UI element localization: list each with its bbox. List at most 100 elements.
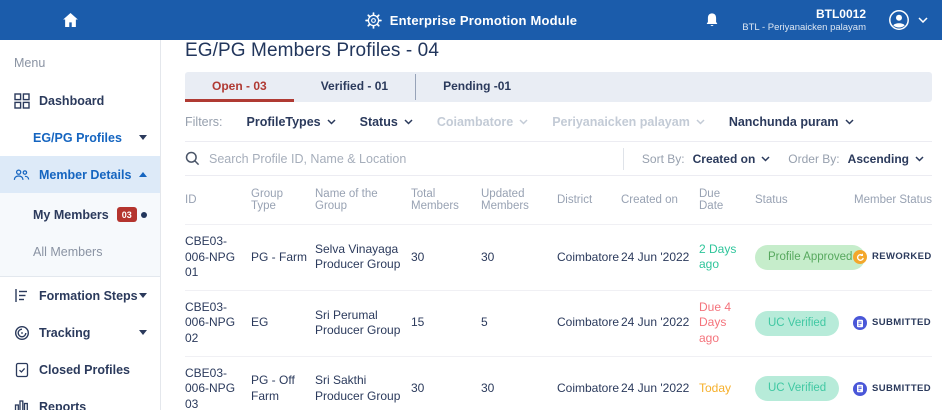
sidebar-item-label: Reports bbox=[39, 400, 86, 410]
user-id: BTL0012 bbox=[742, 7, 866, 22]
user-menu[interactable] bbox=[888, 9, 928, 31]
filters-label: Filters: bbox=[185, 115, 223, 129]
dropdown-label: Ascending bbox=[848, 152, 909, 166]
tab-open[interactable]: Open - 03 bbox=[185, 72, 294, 102]
status-dropdown[interactable]: Status bbox=[360, 115, 413, 129]
sidebar-item-label: Formation Steps bbox=[39, 289, 138, 303]
table-header: ID Group Type Name of the Group Total Me… bbox=[185, 176, 932, 224]
sort-by-dropdown[interactable]: Created on bbox=[693, 152, 771, 166]
order-by-dropdown[interactable]: Ascending bbox=[848, 152, 924, 166]
sidebar-item-closed-profiles[interactable]: Closed Profiles bbox=[0, 351, 160, 388]
cell-district: Coimbatore bbox=[557, 315, 621, 331]
expand-arrow-icon bbox=[139, 330, 147, 335]
sort-by-label: Sort By: bbox=[642, 152, 685, 166]
cell-total-members: 30 bbox=[411, 381, 481, 397]
tab-bar: Open - 03 Verified - 01 Pending -01 bbox=[185, 72, 932, 102]
cell-group-name: Selva Vinayaga Producer Group bbox=[315, 242, 411, 273]
chevron-down-icon bbox=[918, 17, 928, 23]
chevron-down-icon bbox=[845, 119, 854, 125]
village-dropdown[interactable]: Nanchunda puram bbox=[729, 115, 854, 129]
chevron-down-icon bbox=[915, 156, 924, 162]
table-row[interactable]: CBE03-006-NPG 02 EG Sri Perumal Producer… bbox=[185, 290, 932, 356]
cell-status: UC Verified bbox=[755, 376, 853, 401]
top-header: Enterprise Promotion Module BTL0012 BTL … bbox=[0, 0, 942, 40]
sidebar-item-reports[interactable]: Reports bbox=[0, 388, 160, 410]
user-info: BTL0012 BTL - Periyanaicken palayam bbox=[742, 7, 866, 34]
closed-profiles-icon bbox=[13, 362, 30, 378]
dropdown-label: Status bbox=[360, 115, 398, 129]
sidebar-item-label: EG/PG Profiles bbox=[33, 131, 122, 145]
submitted-icon bbox=[853, 382, 867, 396]
cell-status: UC Verified bbox=[755, 311, 853, 336]
sidebar: Menu Dashboard EG/PG Profiles Member Det… bbox=[0, 40, 161, 410]
submitted-icon bbox=[853, 316, 867, 330]
column-header: Total Members bbox=[411, 188, 481, 212]
cell-due-date: Due 4 Days ago bbox=[699, 300, 755, 347]
reworked-icon bbox=[853, 250, 867, 264]
status-badge: UC Verified bbox=[755, 376, 839, 401]
sidebar-item-label: Tracking bbox=[39, 326, 90, 340]
table-row[interactable]: CBE03-006-NPG 01 PG - Farm Selva Vinayag… bbox=[185, 224, 932, 290]
sidebar-item-my-members[interactable]: My Members 03 bbox=[0, 196, 160, 233]
cell-created-on: 24 Jun '2022 bbox=[621, 315, 699, 331]
sidebar-item-dashboard[interactable]: Dashboard bbox=[0, 82, 160, 119]
chevron-down-icon bbox=[519, 119, 528, 125]
chevron-down-icon bbox=[761, 156, 770, 162]
cell-group-name: Sri Sakthi Producer Group bbox=[315, 373, 411, 404]
main-content: EG/PG Members Profiles - 04 Open - 03 Ve… bbox=[161, 40, 942, 410]
search-input[interactable] bbox=[209, 152, 615, 166]
sidebar-item-all-members[interactable]: All Members bbox=[0, 233, 160, 270]
column-header: Created on bbox=[621, 194, 699, 206]
district-dropdown: Coiambatore bbox=[437, 115, 528, 129]
sidebar-menu-label: Menu bbox=[0, 40, 160, 82]
expand-arrow-icon bbox=[139, 293, 147, 298]
column-header: Due Date bbox=[699, 188, 755, 212]
status-badge: UC Verified bbox=[755, 311, 839, 336]
cell-group-name: Sri Perumal Producer Group bbox=[315, 308, 411, 339]
cell-total-members: 15 bbox=[411, 315, 481, 331]
member-status-label: REWORKED bbox=[872, 251, 932, 263]
search-icon bbox=[185, 151, 200, 166]
cell-member-status: REWORKED bbox=[853, 250, 940, 264]
gear-icon bbox=[365, 12, 382, 29]
cell-group-type: PG - Off Farm bbox=[251, 373, 315, 404]
cell-due-date: 2 Days ago bbox=[699, 242, 755, 273]
expand-arrow-icon bbox=[139, 135, 147, 140]
sidebar-item-egpg-profiles[interactable]: EG/PG Profiles bbox=[0, 119, 160, 156]
page-title: EG/PG Members Profiles - 04 bbox=[185, 40, 932, 62]
cell-member-status: SUBMITTED bbox=[853, 382, 939, 396]
user-location: BTL - Periyanaicken palayam bbox=[742, 22, 866, 34]
sidebar-item-label: All Members bbox=[33, 245, 102, 259]
column-header: Member Status bbox=[853, 194, 932, 206]
filter-row: Filters: ProfileTypes Status Coiambatore… bbox=[185, 102, 932, 142]
tab-verified[interactable]: Verified - 01 bbox=[294, 72, 415, 102]
chevron-down-icon bbox=[696, 119, 705, 125]
member-status-label: SUBMITTED bbox=[872, 383, 931, 395]
active-item-dot bbox=[141, 212, 147, 218]
members-icon bbox=[13, 168, 30, 182]
home-icon[interactable] bbox=[62, 12, 79, 28]
sidebar-item-member-details[interactable]: Member Details bbox=[0, 156, 160, 193]
column-header: Group Type bbox=[251, 188, 315, 212]
cell-total-members: 30 bbox=[411, 250, 481, 266]
column-header: ID bbox=[185, 194, 251, 206]
sidebar-item-tracking[interactable]: Tracking bbox=[0, 314, 160, 351]
cell-created-on: 24 Jun '2022 bbox=[621, 381, 699, 397]
dropdown-label: Created on bbox=[693, 152, 756, 166]
sidebar-item-label: My Members bbox=[33, 208, 109, 222]
cell-updated-members: 30 bbox=[481, 250, 557, 266]
cell-id: CBE03-006-NPG 01 bbox=[185, 234, 251, 281]
cell-created-on: 24 Jun '2022 bbox=[621, 250, 699, 266]
table-row[interactable]: CBE03-006-NPG 03 PG - Off Farm Sri Sakth… bbox=[185, 356, 932, 410]
notification-bell-icon[interactable] bbox=[704, 11, 720, 29]
sidebar-item-formation-steps[interactable]: Formation Steps bbox=[0, 277, 160, 314]
reports-icon bbox=[13, 399, 30, 410]
cell-status: Profile Approved bbox=[755, 245, 853, 270]
tab-pending[interactable]: Pending -01 bbox=[416, 72, 538, 102]
formation-steps-icon bbox=[13, 288, 30, 303]
dashboard-icon bbox=[13, 93, 30, 109]
cell-group-type: PG - Farm bbox=[251, 250, 315, 266]
cell-updated-members: 30 bbox=[481, 381, 557, 397]
profile-types-dropdown[interactable]: ProfileTypes bbox=[247, 115, 336, 129]
dropdown-label: ProfileTypes bbox=[247, 115, 321, 129]
